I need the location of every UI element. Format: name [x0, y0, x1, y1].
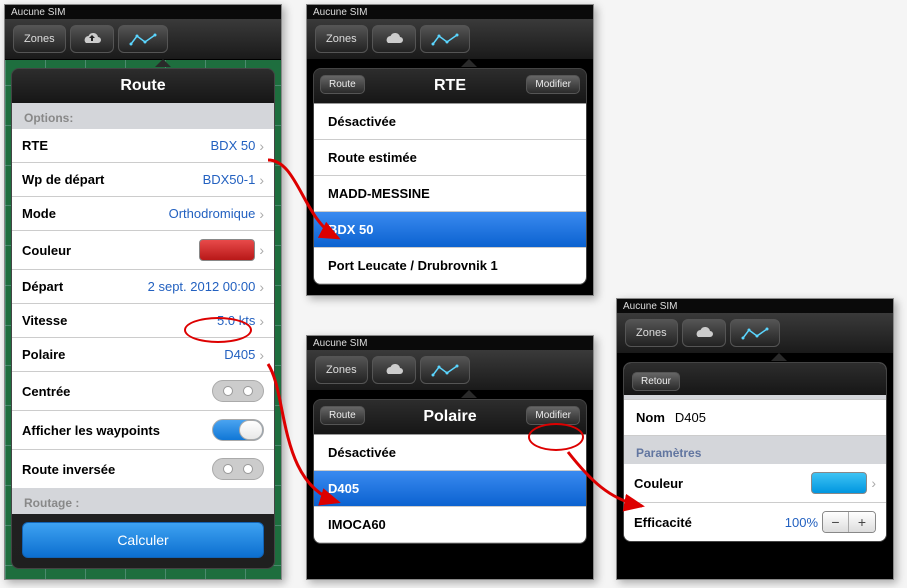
route-icon[interactable] [420, 356, 470, 384]
plus-icon[interactable]: + [849, 512, 875, 532]
cloud-upload-icon[interactable] [372, 25, 416, 53]
routage-section-label: Routage : [12, 488, 274, 514]
row-efficacite[interactable]: Efficacité 100% −+ [624, 503, 886, 541]
toggle-route-inversee[interactable] [212, 458, 264, 480]
route-icon[interactable] [118, 25, 168, 53]
calculer-button[interactable]: Calculer [22, 522, 264, 558]
annotation-circle [184, 317, 252, 343]
row-couleur[interactable]: Couleur › [12, 231, 274, 270]
row-route-inversee[interactable]: Route inversée [12, 450, 274, 488]
row-rte[interactable]: RTE BDX 50› [12, 129, 274, 163]
device-route-options: Aucune SIM Zones Route Options: RTE BDX … [4, 4, 282, 580]
toggle-afficher-wp[interactable] [212, 419, 264, 441]
rte-popover: Route RTE Modifier Désactivée Route esti… [313, 68, 587, 285]
modifier-button[interactable]: Modifier [526, 75, 580, 94]
color-swatch-red [199, 239, 255, 261]
zones-button[interactable]: Zones [625, 319, 678, 347]
status-bar: Aucune SIM [307, 336, 593, 350]
device-polaire-edit: Aucune SIM Zones Retour Nom D405 Paramèt… [616, 298, 894, 580]
route-icon[interactable] [420, 25, 470, 53]
options-section-label: Options: [12, 103, 274, 129]
device-rte-select: Aucune SIM Zones Route RTE Modifier Désa… [306, 4, 594, 296]
row-wp-depart[interactable]: Wp de départ BDX50-1› [12, 163, 274, 197]
row-nom[interactable]: Nom D405 [624, 399, 886, 436]
rte-item[interactable]: MADD-MESSINE [314, 176, 586, 212]
back-button[interactable]: Route [320, 406, 365, 425]
polaire-item-selected[interactable]: D405 [314, 471, 586, 507]
rte-item[interactable]: Désactivée [314, 104, 586, 140]
minus-icon[interactable]: − [823, 512, 849, 532]
top-toolbar: Zones [617, 313, 893, 354]
polaire-popover: Route Polaire Modifier Désactivée D405 I… [313, 399, 587, 544]
polaire-edit-popover: Retour Nom D405 Paramètres Couleur › Eff… [623, 362, 887, 542]
status-bar: Aucune SIM [617, 299, 893, 313]
popover-title: Route [12, 69, 274, 103]
top-toolbar: Zones [307, 350, 593, 391]
stepper-efficacite[interactable]: −+ [822, 511, 876, 533]
retour-button[interactable]: Retour [632, 372, 680, 391]
row-polaire[interactable]: Polaire D405› [12, 338, 274, 372]
cloud-upload-icon[interactable] [682, 319, 726, 347]
parametres-label: Paramètres [624, 436, 886, 464]
annotation-circle [528, 423, 584, 451]
row-mode[interactable]: Mode Orthodromique› [12, 197, 274, 231]
top-toolbar: Zones [5, 19, 281, 60]
status-bar: Aucune SIM [5, 5, 281, 19]
row-afficher-wp[interactable]: Afficher les waypoints [12, 411, 274, 450]
zones-button[interactable]: Zones [13, 25, 66, 53]
chevron-right-icon: › [259, 138, 264, 154]
status-bar: Aucune SIM [307, 5, 593, 19]
rte-item[interactable]: Port Leucate / Drubrovnik 1 [314, 248, 586, 284]
device-polaire-select: Aucune SIM Zones Route Polaire Modifier … [306, 335, 594, 580]
color-swatch-blue [811, 472, 867, 494]
route-icon[interactable] [730, 319, 780, 347]
popover-title: Route RTE Modifier [314, 69, 586, 103]
rte-item-selected[interactable]: BDX 50 [314, 212, 586, 248]
zones-button[interactable]: Zones [315, 356, 368, 384]
polaire-item[interactable]: IMOCA60 [314, 507, 586, 543]
rte-item[interactable]: Route estimée [314, 140, 586, 176]
cloud-upload-icon[interactable] [372, 356, 416, 384]
row-centree[interactable]: Centrée [12, 372, 274, 411]
zones-button[interactable]: Zones [315, 25, 368, 53]
top-toolbar: Zones [307, 19, 593, 60]
back-button[interactable]: Route [320, 75, 365, 94]
row-depart[interactable]: Départ 2 sept. 2012 00:00› [12, 270, 274, 304]
cloud-upload-icon[interactable] [70, 25, 114, 53]
toggle-centree[interactable] [212, 380, 264, 402]
row-edit-couleur[interactable]: Couleur › [624, 464, 886, 503]
